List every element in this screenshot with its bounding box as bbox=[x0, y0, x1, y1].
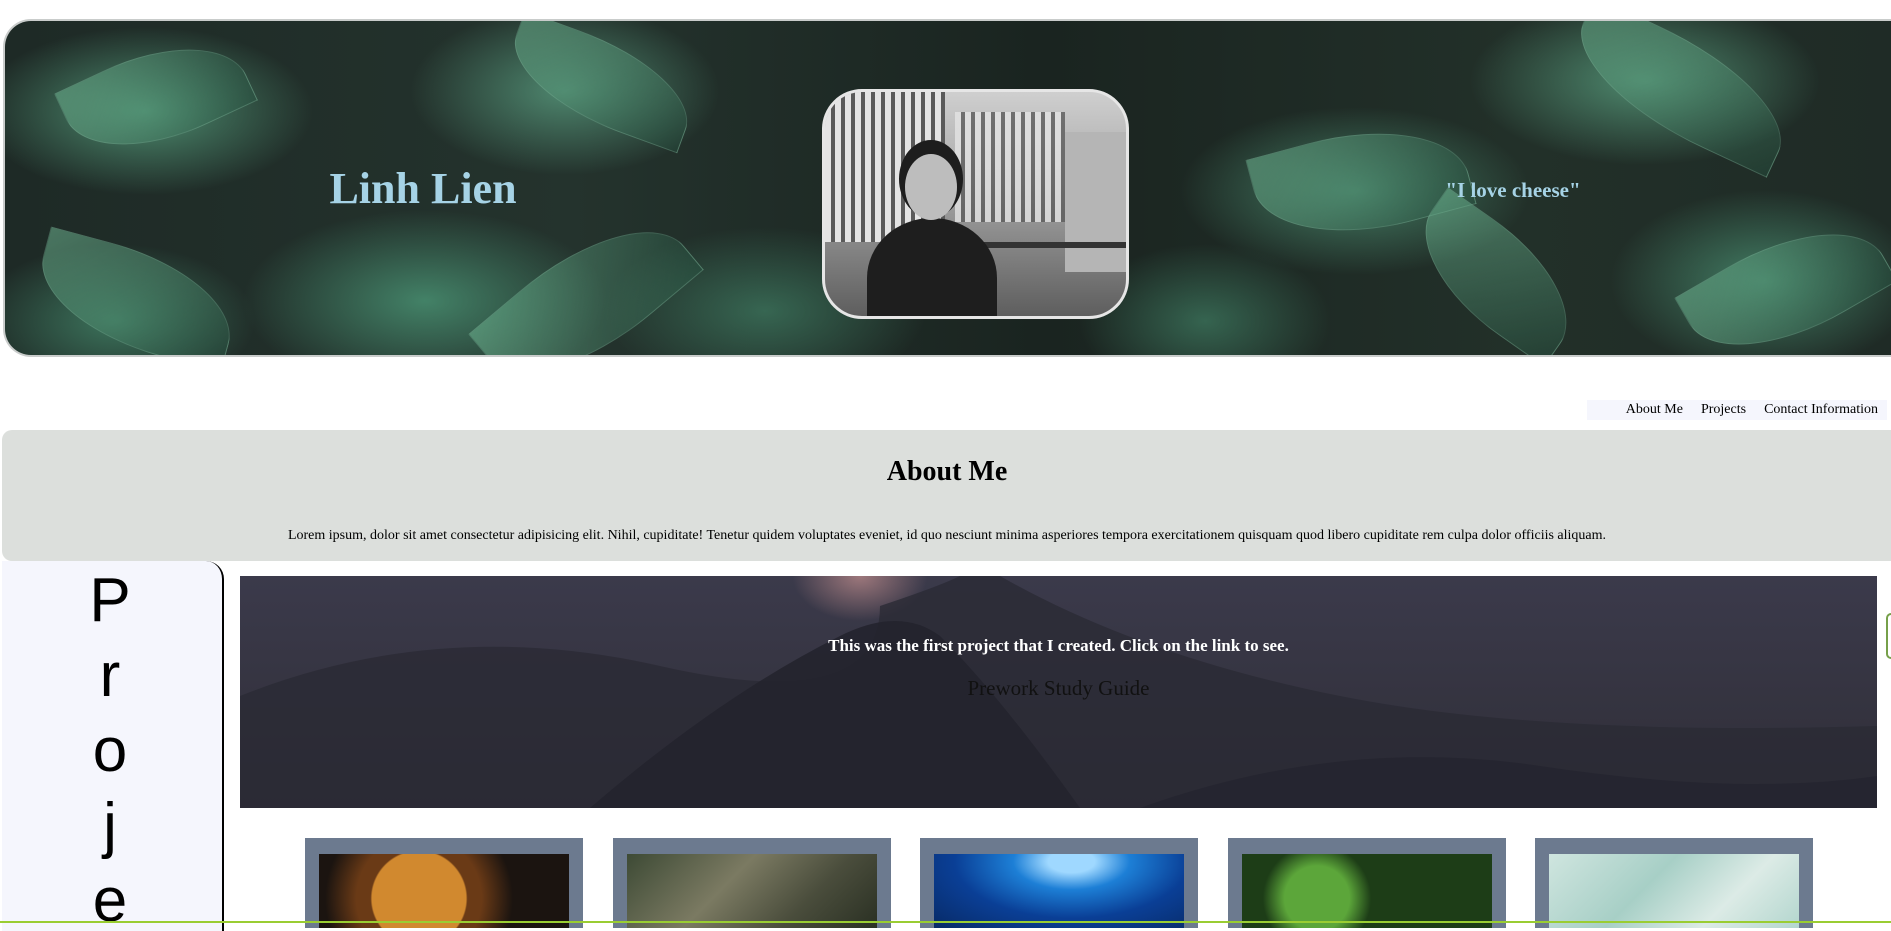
leaf-decoration bbox=[1674, 196, 1891, 355]
heading-letter: P bbox=[89, 566, 131, 635]
heading-letter: o bbox=[92, 716, 128, 785]
profile-photo bbox=[822, 89, 1129, 319]
about-section: About Me Lorem ipsum, dolor sit amet con… bbox=[2, 430, 1891, 561]
projects-vertical-heading: P r o j e bbox=[2, 563, 218, 931]
project-thumbnail[interactable] bbox=[305, 838, 583, 928]
thumbnail-image bbox=[934, 854, 1184, 928]
thumbnail-image bbox=[319, 854, 569, 928]
leaf-decoration bbox=[54, 21, 258, 178]
feature-description: This was the first project that I create… bbox=[828, 636, 1289, 655]
leaf-decoration bbox=[1556, 21, 1806, 178]
thumbnail-image bbox=[1549, 854, 1799, 928]
heading-letter: r bbox=[99, 641, 121, 710]
tagline-quote: "I love cheese" bbox=[1445, 178, 1581, 202]
about-body: Lorem ipsum, dolor sit amet consectetur … bbox=[287, 528, 1607, 543]
bottom-divider bbox=[0, 921, 1891, 923]
featured-project: This was the first project that I create… bbox=[240, 576, 1877, 808]
project-thumbnail[interactable] bbox=[613, 838, 891, 928]
nav-link-projects[interactable]: Projects bbox=[1692, 400, 1755, 420]
about-heading: About Me bbox=[886, 456, 1008, 487]
nav-link-contact-information[interactable]: Contact Information bbox=[1755, 400, 1887, 420]
leaf-decoration bbox=[496, 21, 706, 154]
project-thumbnail[interactable] bbox=[1535, 838, 1813, 928]
project-thumbnail[interactable] bbox=[920, 838, 1198, 928]
prework-study-guide-link[interactable]: Prework Study Guide bbox=[240, 676, 1877, 701]
scroll-edge-tab[interactable] bbox=[1886, 613, 1891, 659]
hero-header: Linh Lien "I love cheese" bbox=[3, 19, 1891, 357]
thumbnail-image bbox=[627, 854, 877, 928]
heading-letter: j bbox=[103, 791, 117, 860]
projects-sidebar: P r o j e bbox=[2, 561, 224, 931]
leaf-decoration bbox=[25, 226, 247, 355]
site-title: Linh Lien bbox=[329, 164, 517, 213]
project-thumbnail[interactable] bbox=[1228, 838, 1506, 928]
nav-link-about-me[interactable]: About Me bbox=[1617, 400, 1692, 420]
leaf-decoration bbox=[468, 191, 704, 355]
thumbnail-image bbox=[1242, 854, 1492, 928]
main-nav: About Me Projects Contact Information bbox=[1586, 400, 1887, 420]
